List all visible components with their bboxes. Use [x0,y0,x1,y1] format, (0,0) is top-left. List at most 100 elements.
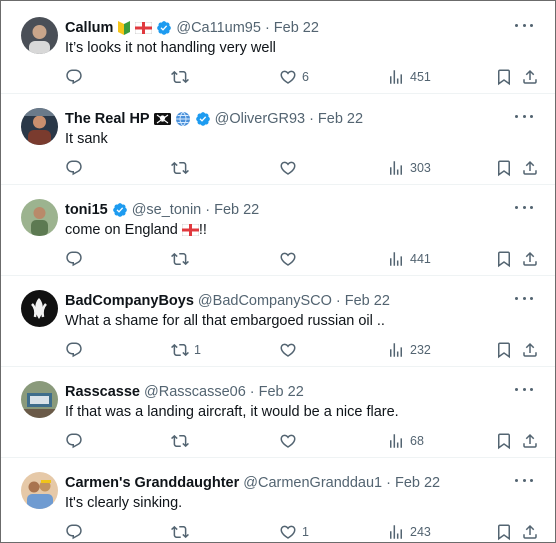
views-icon [387,341,405,359]
like-button[interactable] [279,249,297,269]
views-button[interactable]: 232 [387,340,431,360]
verified-icon[interactable] [195,111,211,127]
england-flag-icon [135,22,153,34]
tweet-date[interactable]: Feb 22 [318,111,363,127]
retweet-icon [171,250,189,268]
bookmark-icon [495,159,513,177]
more-icon[interactable] [513,17,535,33]
tweet-item[interactable]: The Real HP @OliverGR93 · Feb 22 It sank… [1,94,555,185]
reply-button[interactable] [65,249,83,269]
avatar[interactable] [21,108,58,145]
like-button[interactable] [279,340,297,360]
share-button[interactable] [521,340,539,360]
avatar[interactable] [21,290,58,327]
views-button[interactable]: 451 [387,67,431,87]
share-button[interactable] [521,158,539,178]
tweet-item[interactable]: Carmen's Granddaughter @CarmenGranddau1 … [1,458,555,542]
like-button[interactable]: 6 [279,67,309,87]
like-button[interactable] [279,431,297,451]
more-icon[interactable] [513,108,535,124]
reply-button[interactable] [65,340,83,360]
share-button[interactable] [521,249,539,269]
share-button[interactable] [521,67,539,87]
author-badges [150,111,211,127]
like-button[interactable]: 1 [279,522,309,542]
bookmark-button[interactable] [495,158,513,178]
separator-dot: · [309,111,314,127]
author-handle[interactable]: @se_tonin [132,202,202,218]
more-icon[interactable] [513,381,535,397]
tweet-header: The Real HP @OliverGR93 · Feb 22 [65,109,363,129]
avatar-image [21,381,58,418]
author-badges [108,202,128,218]
retweet-button[interactable] [171,67,189,87]
tweet-date[interactable]: Feb 22 [345,293,390,309]
views-count: 303 [410,161,431,175]
tweet-date[interactable]: Feb 22 [395,475,440,491]
tweet-item[interactable]: Rasscasse @Rasscasse06 · Feb 22 If that … [1,367,555,458]
separator-dot: · [335,293,341,309]
author-name[interactable]: Callum [65,20,113,36]
tweet-text: It sank [65,131,108,147]
share-button[interactable] [521,431,539,451]
reply-icon [65,523,83,541]
more-icon[interactable] [513,290,535,306]
author-name[interactable]: The Real HP [65,111,150,127]
tweet-header: Carmen's Granddaughter @CarmenGranddau1 … [65,473,440,493]
author-name[interactable]: Rasscasse [65,384,140,400]
like-count: 6 [302,70,309,84]
tweet-text: If that was a landing aircraft, it would… [65,404,399,420]
share-button[interactable] [521,522,539,542]
bookmark-icon [495,523,513,541]
bookmark-button[interactable] [495,67,513,87]
reply-button[interactable] [65,158,83,178]
bookmark-button[interactable] [495,340,513,360]
retweet-count: 1 [194,343,201,357]
share-icon [521,159,539,177]
bookmark-button[interactable] [495,249,513,269]
reply-button[interactable] [65,431,83,451]
retweet-button[interactable]: 1 [171,340,201,360]
reply-button[interactable] [65,522,83,542]
tweet-header: toni15 @se_tonin · Feb 22 [65,200,259,220]
author-handle[interactable]: @OliverGR93 [215,111,305,127]
views-button[interactable]: 68 [387,431,424,451]
author-handle[interactable]: @Ca11um95 [176,20,261,36]
author-handle[interactable]: @Rasscasse06 [144,384,246,400]
tweet-item[interactable]: toni15 @se_tonin · Feb 22 come on Englan… [1,185,555,276]
like-button[interactable] [279,158,297,178]
author-name[interactable]: toni15 [65,202,108,218]
retweet-button[interactable] [171,158,189,178]
views-count: 441 [410,252,431,266]
retweet-button[interactable] [171,522,189,542]
bookmark-button[interactable] [495,522,513,542]
tweet-date[interactable]: Feb 22 [259,384,304,400]
tweet-date[interactable]: Feb 22 [274,20,319,36]
avatar[interactable] [21,472,58,509]
views-count: 243 [410,525,431,539]
retweet-button[interactable] [171,249,189,269]
tweet-item[interactable]: Callum @Ca11um95 · Feb 22 It’s looks it … [1,3,555,94]
retweet-button[interactable] [171,431,189,451]
verified-icon[interactable] [112,202,128,218]
views-count: 451 [410,70,431,84]
tweet-date[interactable]: Feb 22 [214,202,259,218]
avatar[interactable] [21,381,58,418]
author-name[interactable]: Carmen's Granddaughter [65,475,239,491]
bookmark-button[interactable] [495,431,513,451]
verified-icon[interactable] [156,20,172,36]
author-handle[interactable]: @CarmenGranddau1 [243,475,382,491]
more-icon[interactable] [513,199,535,215]
author-name[interactable]: BadCompanyBoys [65,293,194,309]
views-button[interactable]: 303 [387,158,431,178]
avatar[interactable] [21,199,58,236]
tweet-item[interactable]: BadCompanyBoys @BadCompanySCO · Feb 22 W… [1,276,555,367]
author-handle[interactable]: @BadCompanySCO [198,293,332,309]
views-button[interactable]: 243 [387,522,431,542]
reply-button[interactable] [65,67,83,87]
share-icon [521,250,539,268]
more-icon[interactable] [513,472,535,488]
author-badges [113,20,172,36]
views-button[interactable]: 441 [387,249,431,269]
avatar[interactable] [21,17,58,54]
